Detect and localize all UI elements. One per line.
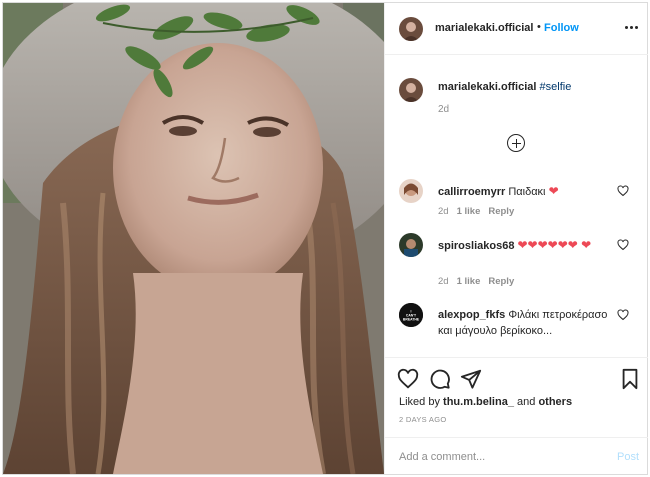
caption-time[interactable]: 2d (438, 104, 449, 115)
header-separator: • (537, 21, 541, 33)
comments-list: marialekaki.official #selfie 2d callirro… (385, 55, 648, 357)
follow-button[interactable]: Follow (544, 22, 579, 34)
liked-by: Liked by thu.m.belina_ and others (399, 396, 572, 408)
avatar[interactable] (399, 179, 423, 203)
comment-likes[interactable]: 1 like (457, 276, 481, 287)
comment-emoji: ❤❤❤❤❤❤ ❤ (517, 238, 592, 252)
caption-username[interactable]: marialekaki.official (438, 81, 536, 93)
comment-emoji: ❤ (548, 184, 559, 198)
caption-text: marialekaki.official #selfie (438, 81, 571, 93)
comment-likes[interactable]: 1 like (457, 206, 481, 217)
load-more-comments-icon[interactable] (507, 134, 525, 152)
comment-input[interactable] (399, 449, 599, 465)
comment-body: alexpop_fkfs Φιλάκι πετροκέρασο και μάγο… (438, 307, 610, 339)
comment-icon[interactable] (429, 368, 451, 390)
post-button[interactable]: Post (617, 451, 639, 463)
selfie-image (3, 3, 384, 474)
reply-button[interactable]: Reply (488, 206, 514, 217)
liked-by-user[interactable]: thu.m.belina_ (443, 396, 514, 408)
avatar[interactable]: I CAN'T BREATHE (399, 303, 423, 327)
comment-time[interactable]: 2d (438, 276, 449, 287)
svg-text:BREATHE: BREATHE (403, 318, 420, 322)
posted-time[interactable]: 2 DAYS AGO (399, 415, 446, 424)
post-modal: marialekaki.official • Follow marialekak… (2, 2, 648, 475)
heart-icon[interactable] (397, 368, 419, 390)
comment-username[interactable]: alexpop_fkfs (438, 309, 505, 321)
comment-username[interactable]: spirosliakos68 (438, 240, 514, 252)
post-actions: Liked by thu.m.belina_ and others 2 DAYS… (385, 357, 648, 437)
comment-meta: 2d 1 like Reply (438, 206, 514, 217)
liked-by-conj: and (517, 396, 536, 408)
comment-like-icon[interactable] (617, 309, 629, 321)
caption-hashtag[interactable]: #selfie (540, 81, 572, 93)
avatar[interactable] (399, 233, 423, 257)
liked-by-prefix: Liked by (399, 396, 440, 408)
add-comment-bar: Post (385, 437, 648, 474)
share-icon[interactable] (460, 368, 482, 390)
header-username[interactable]: marialekaki.official (435, 22, 533, 34)
avatar[interactable] (399, 78, 423, 102)
bookmark-icon[interactable] (619, 368, 641, 390)
post-photo (3, 3, 384, 474)
more-options-icon[interactable] (625, 24, 639, 30)
comment-text: Παιδακι (508, 186, 546, 198)
comment-time[interactable]: 2d (438, 206, 449, 217)
comment-body: callirroemyrr Παιδακι ❤ (438, 183, 610, 200)
liked-by-others[interactable]: others (538, 396, 572, 408)
post-header: marialekaki.official • Follow (385, 3, 648, 55)
avatar[interactable] (399, 17, 423, 41)
comment-like-icon[interactable] (617, 239, 629, 251)
comment-meta: 2d 1 like Reply (438, 276, 514, 287)
reply-button[interactable]: Reply (488, 276, 514, 287)
comment-body: spirosliakos68 ❤❤❤❤❤❤ ❤ (438, 237, 610, 254)
comment-username[interactable]: callirroemyrr (438, 186, 505, 198)
comment-like-icon[interactable] (617, 185, 629, 197)
post-side-panel: marialekaki.official • Follow marialekak… (384, 3, 648, 474)
